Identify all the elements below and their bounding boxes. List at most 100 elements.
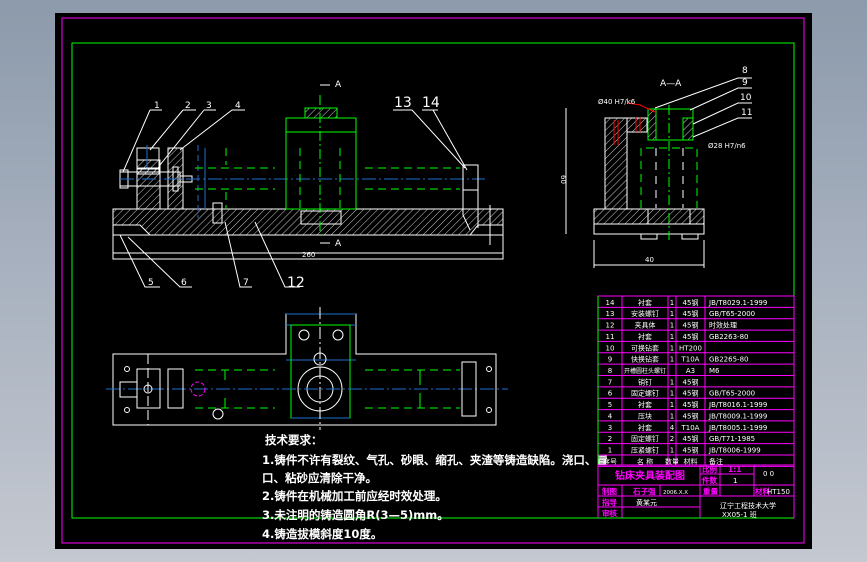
balloon-4: 4 [235,101,241,111]
table-cell: 45钢 [683,332,699,341]
weight-label: 重量 [703,486,718,496]
table-cell: 45钢 [683,389,699,398]
table-cell: 快换钻套 [631,355,659,364]
tech-req-line-1-cont: 口、粘砂应清除干净。 [262,471,377,485]
table-cell: 13 [606,310,615,318]
balloon-9: 9 [742,78,748,88]
drawn-date: 2006.X.X [663,490,688,496]
table-cell: JB/T8009.1-1999 [708,412,767,420]
table-cell: 1 [670,401,674,409]
table-cell: 1 [670,310,674,318]
table-cell: 45钢 [683,321,699,330]
dimension-260: 260 [302,251,315,259]
table-cell: GB2265-80 [709,356,748,364]
balloon-12: 12 [287,275,305,291]
advisor: 黄某元 [636,498,657,507]
class-name: XX05-1 班 [722,510,757,519]
table-cell: M6 [709,367,720,375]
table-cell: 压块 [638,411,652,420]
table-cell: JB/T8029.1-1999 [708,299,767,307]
table-cell: 45钢 [683,434,699,443]
table-cell: JB/T8006-1999 [708,447,761,455]
table-cell: 2 [670,435,674,443]
table-cell: 6 [608,390,613,398]
section-mark-a-top: A [335,80,342,90]
balloon-13: 13 [394,95,412,111]
balloon-6: 6 [181,278,187,288]
table-cell: 1 [670,412,674,420]
dimension-60: 60 [559,175,567,184]
material-value: HT150 [767,488,790,496]
table-cell: 10 [606,344,615,352]
table-cell: 1 [608,447,612,455]
drawing-name: 钻床夹具装配图 [615,469,685,482]
table-cell: 1 [670,356,674,364]
table-cell: 衬套 [638,400,652,409]
table-cell: 1 [670,333,674,341]
table-cell: 压紧螺钉 [631,446,659,455]
table-cell: 安装螺钉 [631,309,659,318]
drawn-by: 石子强 [632,487,656,496]
tech-req-line-2: 2.铸件在机械加工前应经时效处理。 [262,489,447,503]
scale-label: 比例 [702,464,717,474]
drawing-number: 0 0 [763,470,774,478]
table-cell: GB/T71-1985 [709,435,755,443]
table-cell: A3 [686,367,695,375]
table-cell: JB/T8005.1-1999 [708,424,767,432]
table-cell: 固定螺钉 [631,434,659,443]
table-cell: 45钢 [683,446,699,455]
table-cell: 3 [608,424,612,432]
fit-lower: Ø28 H7/n6 [708,142,746,150]
table-cell: 固定螺钉 [631,389,659,398]
review-label: 审核 [602,508,617,518]
balloon-10: 10 [740,93,752,103]
table-cell: 1 [670,447,674,455]
balloon-1: 1 [154,101,160,111]
table-cell: 夹具体 [635,321,656,330]
table-cell: 1 [670,299,674,307]
tech-req-line-4: 4.铸造拔模斜度10度。 [262,527,382,541]
advisor-label: 指导 [602,497,617,507]
model-space [55,13,812,549]
table-cell: 1 [670,390,674,398]
table-cell: 11 [606,333,615,341]
table-cell: 45钢 [683,309,699,318]
table-cell: 8 [608,367,612,375]
table-cell: 4 [670,424,675,432]
table-cell: GB/T65-2000 [709,310,755,318]
table-cell: 9 [608,356,612,364]
table-cell: 开槽圆柱头螺钉 [624,367,666,375]
table-cell: GB/T65-2000 [709,390,755,398]
balloon-14: 14 [422,95,440,111]
section-title: A—A [660,79,682,89]
tech-req-heading: 技术要求： [265,433,323,447]
table-cell: 衬套 [638,332,652,341]
table-cell: JB/T8016.1-1999 [708,401,767,409]
table-cell: 5 [608,401,612,409]
scale-value: 1:1 [728,465,741,474]
fit-upper: Ø40 H7/k6 [598,98,636,106]
table-cell: T10A [681,424,700,432]
base-section [112,208,504,236]
balloon-8: 8 [742,66,748,76]
table-cell: 1 [670,378,674,386]
table-cell: 45钢 [683,400,699,409]
tech-req-line-3: 3.未注明的铸造圆角R(3—5)mm。 [262,508,449,522]
table-cell: 7 [608,378,612,386]
table-cell: T10A [681,356,700,364]
table-cell: 14 [606,299,615,307]
tech-req-line-1: 1.铸件不许有裂纹、气孔、砂眼、缩孔、夹渣等铸造缺陷。浇口、冒 [262,453,608,467]
cad-drawing-canvas[interactable]: A A 260 1 2 3 4 13 14 5 6 7 12 A—A 60 40… [0,0,867,562]
drill-bushing-cap [304,107,338,119]
table-cell: HT200 [679,344,702,352]
table-cell: 45钢 [683,377,699,386]
dimension-40: 40 [645,256,654,264]
table-cell: 2 [608,435,612,443]
section-mark-a-bottom: A [335,239,342,249]
column [604,117,628,210]
left-support [136,159,161,210]
table-cell: 销钉 [638,377,652,386]
balloon-2: 2 [185,101,191,111]
table-cell: 1 [670,344,674,352]
balloon-7: 7 [243,278,249,288]
